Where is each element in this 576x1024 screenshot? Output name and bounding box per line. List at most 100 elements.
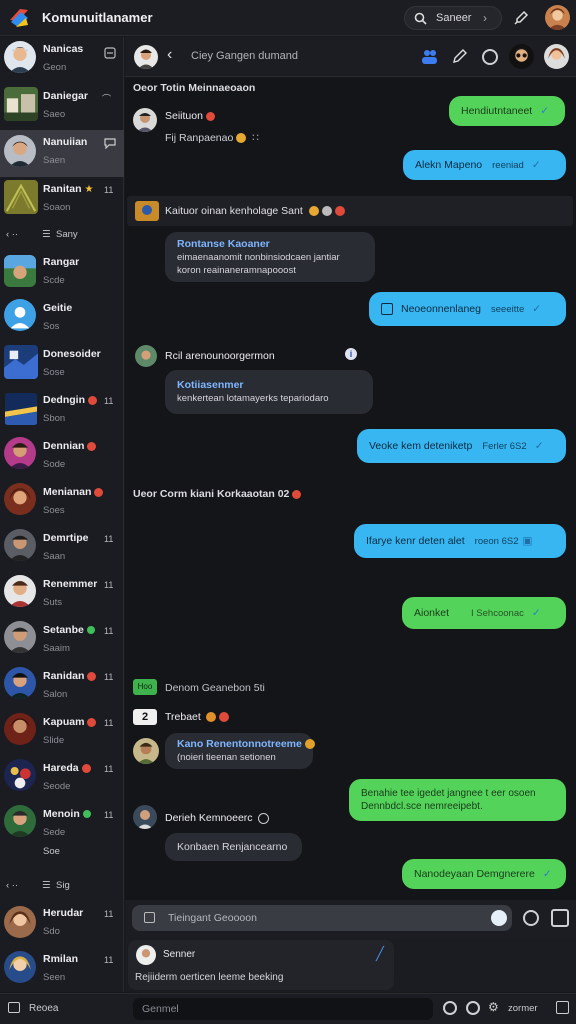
item-count: 11: [104, 955, 114, 965]
sidebar-group-header[interactable]: ‹ ·· ☰ Sig: [0, 877, 124, 897]
contact-status: Soes: [43, 505, 65, 516]
card-line: eimaenaanomit nonbinsiodcaen jantiar: [177, 251, 340, 263]
contact-status: Sose: [43, 367, 65, 378]
info-icon[interactable]: [482, 49, 498, 65]
sidebar-item-herudar[interactable]: Herudar Sdo 11: [0, 901, 124, 947]
notification-badge: [88, 395, 97, 405]
sidebar-item-rmilan[interactable]: Rmilan Seen 11: [0, 947, 124, 993]
contact-status: Saaim: [43, 643, 70, 654]
microphone-icon[interactable]: [510, 7, 532, 29]
incoming-card-message[interactable]: Kano Renentonnotreeme (noieri tieenan se…: [165, 733, 315, 769]
avatar: [4, 529, 36, 561]
item-count: 11: [104, 810, 114, 820]
item-count: 11: [104, 718, 114, 728]
avatar: [4, 299, 36, 331]
member-avatar[interactable]: [544, 44, 569, 69]
smiley-icon: [257, 812, 269, 824]
item-count: 11: [104, 626, 114, 636]
sidebar-item-nanicas[interactable]: Nanicas Geon: [0, 37, 124, 83]
outgoing-message[interactable]: Ifarye kenr deten alet roeon 6S2 ▣: [354, 524, 566, 558]
avatar: [4, 135, 36, 167]
attachment-icon: ▣: [522, 534, 533, 547]
reply-card[interactable]: Senner ╱ Rejiiderm oerticen leeme beekin…: [128, 940, 394, 990]
expand-icon[interactable]: [556, 1001, 569, 1014]
bottom-left-label[interactable]: Reoea: [29, 1003, 58, 1014]
bottom-bar: Reoea Genmel ⚙ zormer: [0, 993, 576, 1024]
search-icon: [414, 12, 427, 28]
number-badge: 2: [133, 709, 157, 725]
attach-icon[interactable]: [144, 912, 155, 923]
sidebar-item-kapuam[interactable]: Kapuam Slide 11: [0, 710, 124, 756]
tag-badge: Hoo: [133, 679, 157, 695]
sidebar-item-donesoider[interactable]: Donesoider Sose: [0, 342, 124, 388]
people-icon[interactable]: [421, 48, 438, 68]
sidebar-item-menoin[interactable]: Menoin Sede 11: [0, 802, 124, 848]
sidebar-item-setanbe[interactable]: Setanbe Saaim 11: [0, 618, 124, 664]
contact-status: Salon: [43, 689, 68, 700]
contact-status: Sdo: [43, 926, 60, 937]
outgoing-message[interactable]: Aionket I Sehcoonac ✓: [402, 597, 566, 629]
sidebar-item-menianan[interactable]: Menianan Soes: [0, 480, 124, 526]
contact-name: Geitie: [43, 302, 73, 314]
chat-avatar[interactable]: [134, 45, 158, 69]
outgoing-message[interactable]: Nanodeyaan Demgnerere ✓: [402, 859, 566, 889]
outgoing-message[interactable]: Benahie tee igedet jangnee t eer osoen D…: [349, 779, 566, 821]
edit-pencil-icon[interactable]: ╱: [376, 946, 384, 962]
compose-icon[interactable]: [104, 47, 116, 61]
sidebar-item-nanuiian[interactable]: Nanuiian Saen: [0, 130, 124, 177]
outgoing-message[interactable]: Veoke kem deteniketp Ferler 6S2 ✓: [357, 429, 566, 463]
folder-icon[interactable]: [8, 1002, 20, 1013]
member-avatar[interactable]: [509, 44, 534, 69]
contact-status: Sede: [43, 827, 66, 838]
incoming-card-message[interactable]: Rontanse Kaoaner eimaenaanomit nonbinsio…: [165, 232, 375, 282]
info-icon[interactable]: i: [345, 348, 357, 360]
settings-icon[interactable]: ⚙: [488, 1000, 499, 1014]
record-icon[interactable]: [523, 910, 539, 926]
online-indicator: [86, 626, 95, 635]
sidebar-item-daniegar[interactable]: Daniegar Saeo ⌒: [0, 84, 124, 130]
incoming-message[interactable]: Konbaen Renjancearno: [165, 833, 302, 861]
sidebar-item-ranitan[interactable]: Ranitan ★ Soaon 11: [0, 177, 124, 223]
group-label: Sig: [56, 880, 70, 891]
contact-status: Saan: [43, 551, 66, 562]
sender-avatar: [133, 108, 157, 132]
sidebar-item-renemmer[interactable]: Renemmer Suts 11: [0, 572, 124, 618]
message-input[interactable]: Tieingant Geoooon: [132, 905, 512, 931]
item-count: 11: [104, 185, 114, 195]
item-count: 11: [104, 534, 114, 544]
emoji-icon[interactable]: [466, 1001, 480, 1015]
contact-status: Seen: [43, 972, 66, 983]
outgoing-message[interactable]: Alekn Mapeno reeniad ✓: [403, 150, 566, 180]
back-arrow-icon[interactable]: ‹: [167, 46, 172, 64]
sidebar-item-hareda[interactable]: Hareda Seode 11: [0, 756, 124, 802]
bottom-input[interactable]: Genmel: [133, 998, 433, 1020]
user-avatar[interactable]: [545, 5, 570, 30]
sidebar-item-dedngin[interactable]: Dedngin Sbon 11: [0, 388, 124, 434]
sidebar-item-rangar[interactable]: Rangar Scde: [0, 250, 124, 296]
avatar: [4, 575, 36, 607]
sidebar-item-demrtipe[interactable]: Demrtipe Saan 11: [0, 526, 124, 572]
card-title: Kano Renentonnotreeme: [177, 738, 315, 751]
contact-status: Slide: [43, 735, 65, 746]
read-check-icon: ✓: [531, 158, 541, 171]
item-count: 11: [104, 909, 114, 919]
contact-name: Menianan: [43, 486, 104, 498]
sticker-icon[interactable]: [551, 909, 569, 927]
outgoing-message[interactable]: Neoeonnenlaneg seeeitte ✓: [369, 292, 566, 326]
avatar: [4, 87, 38, 121]
sidebar-item-geitie[interactable]: Geitie Sos: [0, 296, 124, 342]
sidebar-group-header[interactable]: Soe: [0, 843, 124, 863]
contact-name: Kapuam: [43, 716, 97, 728]
edit-icon[interactable]: [452, 48, 468, 67]
sender-avatar: [133, 738, 159, 764]
record-icon[interactable]: [443, 1001, 457, 1015]
search-box[interactable]: Saneer ›: [404, 6, 502, 30]
sidebar-item-dennian[interactable]: Dennian Sode: [0, 434, 124, 480]
outgoing-message[interactable]: Hendiutntaneet ✓: [449, 96, 565, 126]
emoji-picker-icon[interactable]: [491, 910, 507, 926]
incoming-card-message[interactable]: Kotiiasenmer kenkertean lotamayerks tepa…: [165, 370, 373, 414]
sidebar-item-ranidan[interactable]: Ranidan Salon 11: [0, 664, 124, 710]
contact-name: Setanbe: [43, 624, 95, 636]
message-composer: Tieingant Geoooon: [125, 900, 576, 938]
sidebar-group-header[interactable]: ‹ ·· ☰ Sany: [0, 226, 124, 246]
